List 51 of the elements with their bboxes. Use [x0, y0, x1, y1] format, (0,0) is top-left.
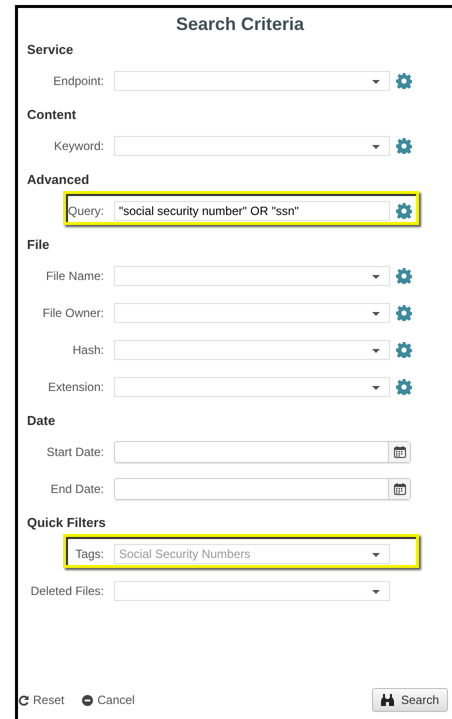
calendar-icon[interactable]: [394, 482, 406, 494]
field-label: Deleted Files:: [30, 584, 104, 598]
section-heading: File: [26, 236, 50, 254]
settings-icon[interactable]: [396, 268, 412, 284]
reset-link[interactable]: Reset: [18, 693, 64, 707]
calendar-icon[interactable]: [394, 446, 406, 458]
refresh-icon: [18, 694, 29, 706]
dropdown-field[interactable]: [114, 136, 390, 156]
settings-icon[interactable]: [396, 202, 412, 218]
section-heading: Date: [26, 412, 56, 430]
search-button[interactable]: Search: [372, 688, 448, 712]
field-label: Query:: [66, 204, 104, 218]
field-label: File Name:: [44, 268, 104, 282]
field-label: Start Date:: [46, 444, 104, 458]
dialog-title: Search Criteria: [174, 13, 306, 36]
section-heading: Advanced: [26, 171, 90, 189]
field-label: Extension:: [46, 380, 104, 394]
field-label: File Owner:: [42, 306, 104, 320]
settings-icon[interactable]: [396, 378, 412, 394]
caret-icon: [372, 552, 380, 556]
date-field[interactable]: [114, 478, 411, 500]
dropdown-field[interactable]: [114, 302, 390, 322]
settings-icon[interactable]: [396, 342, 412, 358]
dropdown-field[interactable]: [114, 70, 390, 90]
settings-icon[interactable]: [396, 72, 412, 88]
section-heading: Quick Filters: [26, 514, 107, 532]
caret-icon: [372, 386, 380, 390]
caret-icon: [372, 274, 380, 278]
caret-icon: [372, 80, 380, 84]
field-label: Tags:: [74, 546, 104, 560]
field-label: End Date:: [50, 482, 104, 496]
caret-icon: [372, 590, 380, 594]
caret-icon: [372, 348, 380, 352]
query-field[interactable]: "social security number" OR "ssn": [114, 200, 390, 220]
caret-icon: [372, 144, 380, 148]
minus-circle-icon: [82, 694, 94, 706]
dropdown-field[interactable]: [114, 580, 390, 600]
dropdown-field[interactable]: [114, 266, 390, 286]
settings-icon[interactable]: [396, 304, 412, 320]
field-label: Endpoint:: [52, 74, 104, 88]
section-heading: Service: [26, 41, 74, 59]
field-label: Keyword:: [52, 138, 104, 152]
caret-icon: [372, 312, 380, 316]
dropdown-field[interactable]: [114, 340, 390, 360]
date-field[interactable]: [114, 440, 411, 462]
binoculars-icon: [380, 694, 394, 706]
field-label: Hash:: [72, 342, 104, 356]
section-heading: Content: [26, 106, 78, 124]
dropdown-field[interactable]: [114, 376, 390, 396]
settings-icon[interactable]: [396, 138, 412, 154]
cancel-link[interactable]: Cancel: [82, 693, 135, 707]
